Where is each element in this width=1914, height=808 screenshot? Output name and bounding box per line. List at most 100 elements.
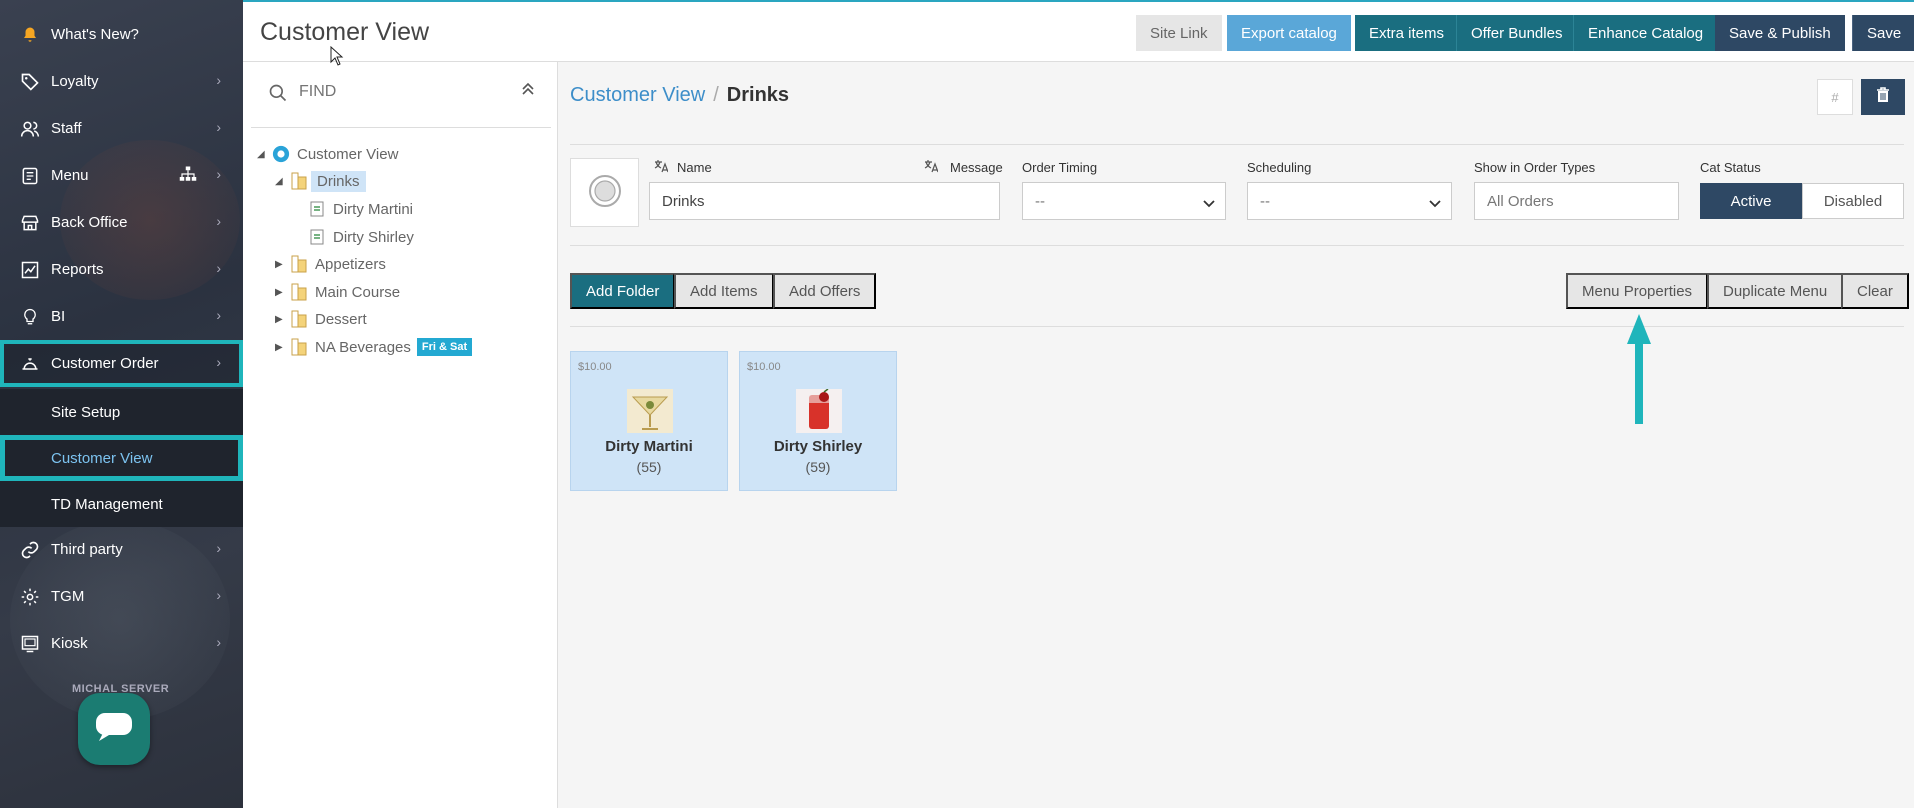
sidebar-item-customer-order[interactable]: Customer Order › bbox=[0, 340, 243, 387]
sidebar-subitem-td-management[interactable]: TD Management bbox=[0, 481, 243, 527]
globe-icon bbox=[271, 145, 291, 163]
tree-panel: ◢ Customer View ◢ Drinks Dirty Martini D… bbox=[243, 62, 558, 808]
add-items-button[interactable]: Add Items bbox=[674, 273, 774, 309]
delete-button[interactable] bbox=[1861, 79, 1905, 115]
caret-right-icon[interactable]: ▶ bbox=[275, 342, 289, 353]
sidebar-item-label: Staff bbox=[51, 120, 82, 137]
sidebar-item-bi[interactable]: BI › bbox=[0, 293, 243, 340]
collapse-up-icon[interactable] bbox=[522, 82, 534, 99]
caret-right-icon[interactable]: ▶ bbox=[275, 314, 289, 325]
sidebar: What's New? Loyalty › Staff › Menu › Bac… bbox=[0, 0, 243, 808]
item-name: Dirty Shirley bbox=[773, 438, 863, 455]
gear-icon bbox=[18, 585, 42, 609]
tree-node-drinks[interactable]: ◢ Drinks bbox=[275, 169, 366, 193]
store-icon bbox=[18, 211, 42, 235]
save-publish-button[interactable]: Save & Publish bbox=[1715, 15, 1845, 51]
chat-icon bbox=[95, 712, 133, 746]
sidebar-item-menu[interactable]: Menu › bbox=[0, 152, 243, 199]
top-bar: Customer View Site Link Export catalog E… bbox=[243, 0, 1914, 62]
link-icon bbox=[18, 538, 42, 562]
caret-right-icon[interactable]: ▶ bbox=[275, 259, 289, 270]
translate-icon[interactable] bbox=[924, 159, 939, 177]
sidebar-item-label: Reports bbox=[51, 261, 104, 278]
tree-node-dirty-shirley[interactable]: Dirty Shirley bbox=[307, 225, 414, 249]
translate-icon[interactable] bbox=[654, 159, 669, 177]
chevron-down-icon bbox=[1429, 195, 1441, 212]
menu-book-icon bbox=[18, 164, 42, 188]
status-disabled-toggle[interactable]: Disabled bbox=[1802, 183, 1904, 219]
chat-button[interactable] bbox=[78, 693, 150, 765]
item-icon bbox=[307, 200, 327, 218]
category-image-placeholder[interactable] bbox=[570, 158, 639, 227]
breadcrumb-current: Drinks bbox=[726, 84, 790, 106]
sidebar-item-back-office[interactable]: Back Office › bbox=[0, 199, 243, 246]
sidebar-item-kiosk[interactable]: Kiosk › bbox=[0, 620, 243, 667]
scheduling-label: Scheduling bbox=[1247, 160, 1312, 175]
add-folder-button[interactable]: Add Folder bbox=[570, 273, 676, 309]
offer-bundles-button[interactable]: Offer Bundles bbox=[1456, 15, 1577, 51]
name-input[interactable] bbox=[649, 182, 1000, 220]
caret-right-icon[interactable]: ▶ bbox=[275, 287, 289, 298]
tree-node-na-beverages[interactable]: ▶ NA Beverages Fri & Sat bbox=[275, 335, 473, 359]
tree-node-label: Dirty Martini bbox=[333, 200, 414, 218]
enhance-catalog-button[interactable]: Enhance Catalog bbox=[1573, 15, 1718, 51]
breadcrumb-separator: / bbox=[713, 84, 719, 106]
sidebar-subitem-customer-view[interactable]: Customer View bbox=[0, 435, 243, 481]
order-types-label: Show in Order Types bbox=[1474, 160, 1596, 175]
chevron-right-icon: › bbox=[216, 119, 221, 135]
clear-button[interactable]: Clear bbox=[1841, 273, 1909, 309]
find-input[interactable] bbox=[299, 83, 499, 101]
main-content: Customer View / Drinks # Name Message Orde… bbox=[558, 62, 1914, 808]
item-price: $10.00 bbox=[747, 361, 781, 373]
message-label: Message bbox=[950, 160, 1003, 175]
status-active-toggle[interactable]: Active bbox=[1700, 183, 1802, 219]
users-icon bbox=[18, 117, 42, 141]
tree-node-dessert[interactable]: ▶ Dessert bbox=[275, 307, 367, 331]
sidebar-item-reports[interactable]: Reports › bbox=[0, 246, 243, 293]
caret-down-icon[interactable]: ◢ bbox=[257, 149, 271, 160]
caret-down-icon[interactable]: ◢ bbox=[275, 176, 289, 187]
page-title: Customer View bbox=[260, 18, 430, 46]
add-offers-button[interactable]: Add Offers bbox=[773, 273, 877, 309]
scheduling-value: -- bbox=[1260, 192, 1270, 210]
extra-items-button[interactable]: Extra items bbox=[1355, 15, 1459, 51]
tree-node-dirty-martini[interactable]: Dirty Martini bbox=[307, 197, 413, 221]
tree-node-appetizers[interactable]: ▶ Appetizers bbox=[275, 252, 386, 276]
order-timing-label: Order Timing bbox=[1022, 160, 1098, 175]
chevron-right-icon: › bbox=[216, 213, 221, 229]
breadcrumb: Customer View / Drinks bbox=[570, 84, 789, 107]
sitemap-icon[interactable] bbox=[179, 165, 197, 187]
kiosk-icon bbox=[18, 632, 42, 656]
sidebar-item-loyalty[interactable]: Loyalty › bbox=[0, 58, 243, 105]
divider bbox=[570, 144, 1904, 145]
item-card[interactable]: $10.00 Dirty Shirley (59) bbox=[739, 351, 897, 491]
item-count: (55) bbox=[636, 459, 662, 475]
sidebar-item-label: What's New? bbox=[51, 26, 139, 43]
export-catalog-button[interactable]: Export catalog bbox=[1227, 15, 1351, 51]
sidebar-item-third-party[interactable]: Third party › bbox=[0, 526, 243, 573]
chevron-right-icon: › bbox=[216, 307, 221, 323]
sidebar-item-staff[interactable]: Staff › bbox=[0, 105, 243, 152]
sidebar-subitem-site-setup[interactable]: Site Setup bbox=[0, 389, 243, 435]
cat-status-label: Cat Status bbox=[1700, 160, 1761, 175]
item-card[interactable]: $10.00 Dirty Martini (55) bbox=[570, 351, 728, 491]
save-button[interactable]: Save bbox=[1852, 15, 1914, 51]
order-types-input[interactable] bbox=[1474, 182, 1679, 220]
site-link-button[interactable]: Site Link bbox=[1136, 15, 1222, 51]
sidebar-item-tgm[interactable]: TGM › bbox=[0, 573, 243, 620]
trash-icon bbox=[1876, 87, 1890, 107]
hash-button[interactable]: # bbox=[1817, 79, 1853, 115]
tree-node-root[interactable]: ◢ Customer View bbox=[257, 142, 398, 166]
chevron-right-icon: › bbox=[216, 166, 221, 182]
order-timing-select[interactable]: -- bbox=[1022, 182, 1226, 220]
name-label: Name bbox=[677, 160, 712, 175]
lightbulb-icon bbox=[18, 305, 42, 329]
tree-node-label: NA Beverages bbox=[315, 338, 411, 356]
tree-node-label: Drinks bbox=[311, 170, 366, 192]
breadcrumb-parent[interactable]: Customer View bbox=[570, 84, 705, 106]
scheduling-select[interactable]: -- bbox=[1247, 182, 1452, 220]
duplicate-menu-button[interactable]: Duplicate Menu bbox=[1707, 273, 1844, 309]
sidebar-item-whats-new[interactable]: What's New? bbox=[0, 11, 243, 58]
tree-node-main-course[interactable]: ▶ Main Course bbox=[275, 280, 400, 304]
menu-properties-button[interactable]: Menu Properties bbox=[1566, 273, 1709, 309]
